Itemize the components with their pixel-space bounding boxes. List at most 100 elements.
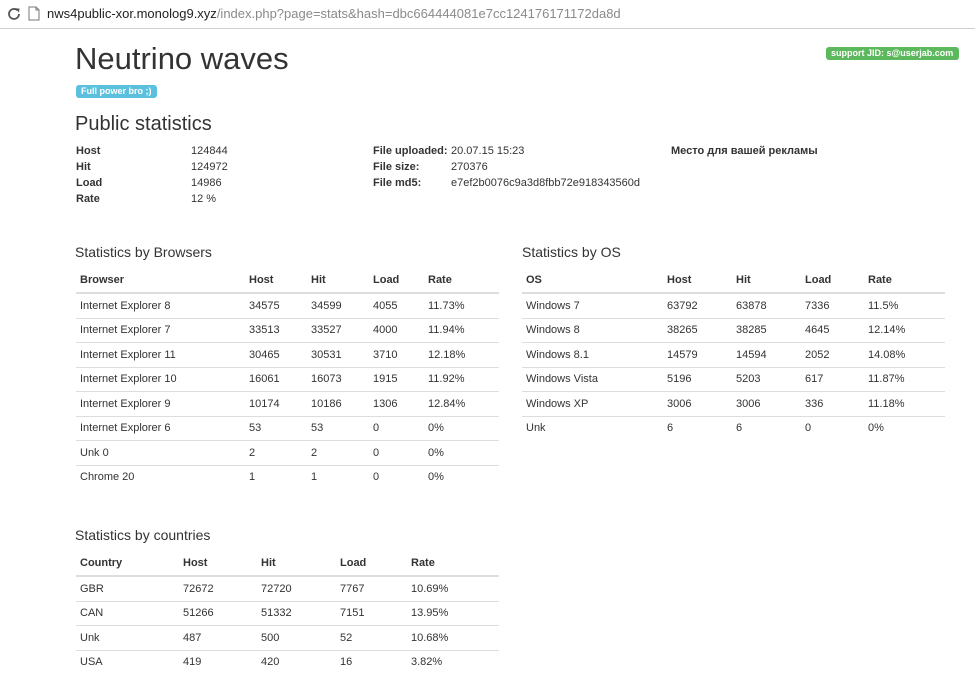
table-row: Windows 8 38265 38285 4645 12.14%	[522, 318, 945, 343]
table-cell: 11.94%	[424, 318, 499, 343]
table-cell: Windows 8	[522, 318, 663, 343]
table-cell: 2	[307, 440, 369, 466]
table-cell: 51266	[179, 601, 257, 626]
table-row: Unk 6 6 0 0%	[522, 416, 945, 440]
browsers-table-title: Statistics by Browsers	[75, 244, 212, 260]
table-cell: 13.95%	[407, 601, 499, 626]
table-cell: 0%	[424, 416, 499, 441]
url-field[interactable]: nws4public-xor.monolog9.xyz/index.php?pa…	[47, 6, 621, 22]
table-cell: Internet Explorer 11	[76, 342, 245, 368]
file-value: 20.07.15 15:23	[451, 145, 525, 157]
column-header: Rate	[407, 551, 499, 577]
table-cell: USA	[80, 656, 103, 669]
summary-value: 124972	[191, 161, 228, 173]
page-title: Neutrino waves	[75, 41, 289, 76]
table-header-row: Country Host Hit Load Rate	[76, 551, 499, 577]
file-uploaded: File uploaded: 20.07.15 15:23	[373, 143, 524, 159]
table-cell: 16	[340, 656, 353, 669]
table-cell: 30531	[307, 342, 369, 368]
column-header: Browser	[76, 268, 245, 294]
column-header: Hit	[307, 268, 369, 294]
table-cell: Internet Explorer 9	[76, 391, 245, 417]
table-cell: 10.68%	[407, 625, 499, 651]
column-header: Host	[663, 268, 732, 294]
browsers-table: Browser Host Hit Load Rate Internet Expl…	[76, 268, 499, 489]
table-cell: 0	[373, 471, 380, 484]
column-header: Hit	[732, 268, 801, 294]
countries-table-title: Statistics by countries	[75, 527, 211, 543]
table-cell: 7151	[336, 601, 407, 626]
table-cell: GBR	[76, 576, 179, 602]
os-table-title: Statistics by OS	[522, 244, 621, 260]
table-cell: 63878	[732, 293, 801, 319]
column-header: Rate	[864, 268, 945, 294]
table-cell: 500	[257, 625, 336, 651]
table-cell: 38285	[732, 318, 801, 343]
table-cell: 11.5%	[864, 293, 945, 319]
table-cell: CAN	[76, 601, 179, 626]
table-cell: 1915	[369, 367, 424, 392]
table-cell: 63792	[663, 293, 732, 319]
table-cell: 0%	[868, 422, 884, 435]
table-cell: 487	[179, 625, 257, 651]
table-cell: 72672	[179, 576, 257, 602]
table-row: Internet Explorer 8 34575 34599 4055 11.73%	[76, 293, 499, 319]
table-cell: 3710	[369, 342, 424, 368]
table-cell: 419	[183, 656, 202, 669]
column-header: Load	[336, 551, 407, 577]
table-cell: 16073	[307, 367, 369, 392]
table-cell: 5203	[732, 367, 801, 392]
table-cell: 72720	[257, 576, 336, 602]
table-cell: 11.73%	[424, 293, 499, 319]
table-row: CAN 51266 51332 7151 13.95%	[76, 601, 499, 626]
file-label: File uploaded:	[373, 145, 448, 157]
column-header: OS	[522, 268, 663, 294]
table-cell: 3.82%	[411, 656, 443, 669]
file-value: 270376	[451, 161, 488, 173]
table-row: Internet Explorer 9 10174 10186 1306 12.84%	[76, 391, 499, 417]
summary-stat-load: Load 14986	[76, 175, 222, 191]
support-badge: support JID: s@userjab.com	[826, 47, 960, 60]
table-cell: 2052	[801, 342, 864, 368]
table-row: Windows 7 63792 63878 7336 11.5%	[522, 293, 945, 319]
table-row: Windows 8.1 14579 14594 2052 14.08%	[522, 342, 945, 368]
public-statistics-heading: Public statistics	[75, 113, 212, 135]
table-cell: 11.87%	[864, 367, 945, 392]
table-cell: 5196	[663, 367, 732, 392]
table-cell: 10.69%	[407, 576, 499, 602]
table-cell: 51332	[257, 601, 336, 626]
table-cell: 6	[667, 422, 674, 435]
table-cell: 14.08%	[864, 342, 945, 368]
table-cell: 0	[805, 422, 812, 435]
table-cell: 0%	[428, 471, 444, 484]
table-cell: 617	[801, 367, 864, 392]
summary-stat-host: Host 124844	[76, 143, 228, 159]
table-cell: Unk 0	[76, 440, 245, 466]
table-cell: 7336	[801, 293, 864, 319]
file-size: File size: 270376	[373, 159, 488, 175]
table-row: Unk 487 500 52 10.68%	[76, 625, 499, 651]
file-md5: File md5: e7ef2b0076c9a3d8fbb72e918343560…	[373, 175, 640, 191]
reload-icon[interactable]	[6, 6, 22, 22]
table-cell: 3006	[732, 391, 801, 417]
table-cell: Unk	[76, 625, 179, 651]
table-cell: 12.14%	[864, 318, 945, 343]
summary-label: Hit	[76, 161, 91, 173]
table-header-row: Browser Host Hit Load Rate	[76, 268, 499, 294]
table-row: USA 419 420 16 3.82%	[76, 650, 499, 674]
table-cell: Windows 7	[522, 293, 663, 319]
power-badge: Full power bro ;)	[76, 85, 157, 98]
column-header: Country	[76, 551, 179, 577]
table-cell: 52	[336, 625, 407, 651]
table-cell: 7767	[336, 576, 407, 602]
table-cell: 1	[249, 471, 256, 484]
summary-value: 12 %	[191, 193, 217, 205]
table-cell: 38265	[663, 318, 732, 343]
table-cell: 14579	[663, 342, 732, 368]
table-row: Unk 0 2 2 0 0%	[76, 440, 499, 466]
table-cell: 420	[261, 656, 280, 669]
column-header: Load	[369, 268, 424, 294]
summary-label: Rate	[76, 193, 100, 205]
table-cell: 0%	[424, 440, 499, 466]
table-cell: 11.18%	[864, 391, 945, 417]
